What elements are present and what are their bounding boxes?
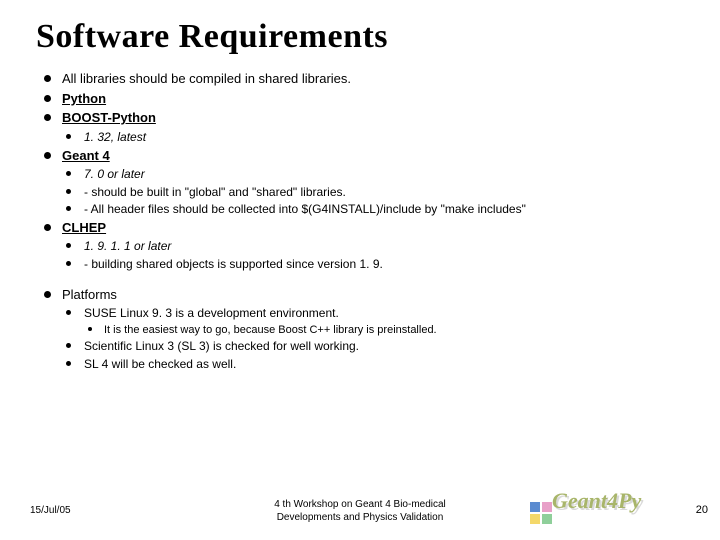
link-text: CLHEP xyxy=(62,220,106,235)
text: SUSE Linux 9. 3 is a development environ… xyxy=(84,306,339,320)
list-item: CLHEP 1. 9. 1. 1 or later - building sha… xyxy=(40,219,690,272)
text: - All header files should be collected i… xyxy=(84,202,526,216)
list-item: - All header files should be collected i… xyxy=(62,201,690,217)
text: - should be built in "global" and "share… xyxy=(84,185,346,199)
text: All libraries should be compiled in shar… xyxy=(62,71,351,86)
text: SL 4 will be checked as well. xyxy=(84,357,236,371)
text: Scientific Linux 3 (SL 3) is checked for… xyxy=(84,339,359,353)
text: Platforms xyxy=(62,287,117,302)
venue-line2: Developments and Physics Validation xyxy=(277,512,444,523)
link-text: Python xyxy=(62,91,106,106)
logo-text: Geant4Py xyxy=(552,488,641,514)
text: - building shared objects is supported s… xyxy=(84,257,383,271)
venue-line1: 4 th Workshop on Geant 4 Bio-medical xyxy=(274,499,446,510)
text: 1. 32, latest xyxy=(84,130,146,144)
link-text: Geant 4 xyxy=(62,148,110,163)
list-item: BOOST-Python 1. 32, latest xyxy=(40,109,690,145)
slide-content: All libraries should be compiled in shar… xyxy=(0,60,720,372)
list-item: Scientific Linux 3 (SL 3) is checked for… xyxy=(62,338,690,354)
list-item: SL 4 will be checked as well. xyxy=(62,356,690,372)
list-item: - building shared objects is supported s… xyxy=(62,256,690,272)
list-item: All libraries should be compiled in shar… xyxy=(40,70,690,88)
text: 1. 9. 1. 1 or later xyxy=(84,239,171,253)
list-item: 1. 32, latest xyxy=(62,129,690,145)
list-item: - should be built in "global" and "share… xyxy=(62,184,690,200)
list-item: Geant 4 7. 0 or later - should be built … xyxy=(40,147,690,217)
list-item: 1. 9. 1. 1 or later xyxy=(62,238,690,254)
list-item: It is the easiest way to go, because Boo… xyxy=(84,323,690,338)
list-item: SUSE Linux 9. 3 is a development environ… xyxy=(62,305,690,337)
list-item: Python xyxy=(40,90,690,108)
page-number: 20 xyxy=(696,504,708,516)
footer: 15/Jul/05 4 th Workshop on Geant 4 Bio-m… xyxy=(0,486,720,530)
spacer xyxy=(40,274,690,284)
link-text: BOOST-Python xyxy=(62,110,156,125)
slide-title: Software Requirements xyxy=(0,0,720,60)
bullet-list: All libraries should be compiled in shar… xyxy=(40,70,690,372)
text: It is the easiest way to go, because Boo… xyxy=(104,324,437,336)
text: 7. 0 or later xyxy=(84,167,145,181)
list-item: 7. 0 or later xyxy=(62,166,690,182)
list-item: Platforms SUSE Linux 9. 3 is a developme… xyxy=(40,286,690,372)
geant4py-logo: Geant4Py xyxy=(530,484,680,524)
slide: Software Requirements All libraries shou… xyxy=(0,0,720,540)
